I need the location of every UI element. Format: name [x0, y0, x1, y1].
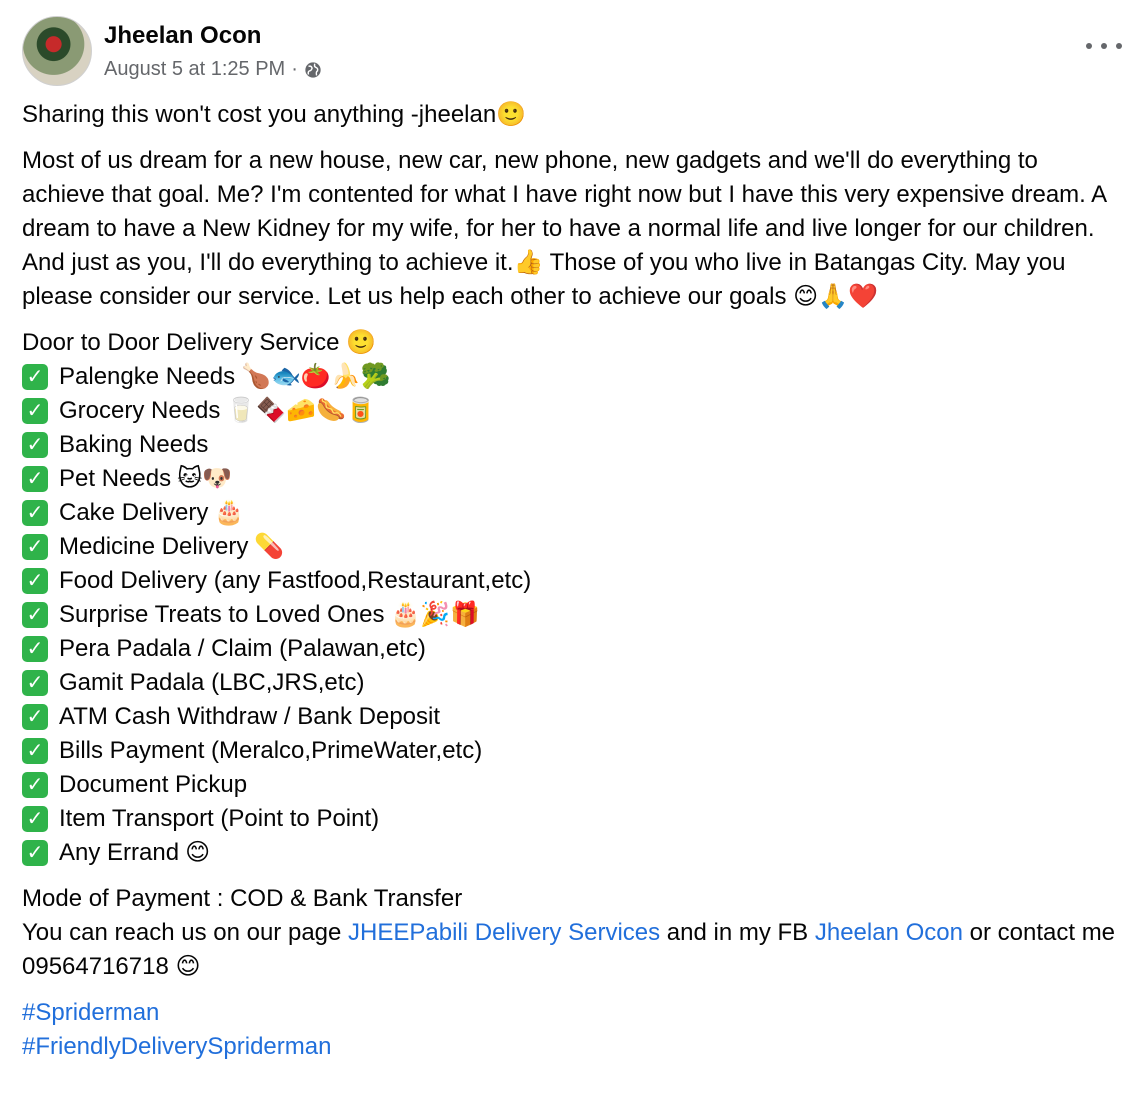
hashtag-link[interactable]: #Spriderman [22, 999, 159, 1026]
service-label: Food Delivery (any Fastfood,Restaurant,e… [59, 567, 532, 594]
check-icon: ✓ [22, 398, 48, 424]
more-dot [1101, 43, 1107, 49]
check-icon: ✓ [22, 500, 48, 526]
service-label: Palengke Needs [59, 363, 236, 390]
service-item: ✓ Surprise Treats to Loved Ones 🎂🎉🎁 [22, 598, 1122, 632]
meta-separator: · [291, 58, 298, 80]
service-emoji: 🥛🍫🧀🌭🥫 [226, 397, 376, 424]
service-label: ATM Cash Withdraw / Bank Deposit [59, 703, 441, 730]
page-link[interactable]: JHEEPabili Delivery Services [348, 919, 660, 946]
post-meta: August 5 at 1:25 PM · [104, 58, 322, 81]
check-icon: ✓ [22, 432, 48, 458]
check-icon: ✓ [22, 364, 48, 390]
service-item: ✓ Cake Delivery 🎂 [22, 496, 1122, 530]
service-item: ✓ Pera Padala / Claim (Palawan,etc) [22, 632, 1122, 666]
service-label: Bills Payment (Meralco,PrimeWater,etc) [59, 737, 483, 764]
more-dot [1116, 43, 1122, 49]
service-item: ✓ Food Delivery (any Fastfood,Restaurant,… [22, 564, 1122, 598]
service-label: Baking Needs [59, 431, 209, 458]
service-emoji: 😊 [185, 839, 211, 866]
service-label: Cake Delivery [59, 499, 209, 526]
service-emoji: 🎂🎉🎁 [390, 601, 481, 628]
service-item: ✓ Item Transport (Point to Point) [22, 802, 1122, 836]
post-story: Most of us dream for a new house, new ca… [22, 147, 1106, 310]
timestamp[interactable]: August 5 at 1:25 PM [104, 58, 285, 81]
post-intro: Sharing this won't cost you anything -jh… [22, 101, 527, 128]
post-header: Jheelan Ocon August 5 at 1:25 PM · [22, 16, 1122, 88]
service-label: Gamit Padala (LBC,JRS,etc) [59, 669, 365, 696]
check-icon: ✓ [22, 840, 48, 866]
service-item: ✓ Gamit Padala (LBC,JRS,etc) [22, 666, 1122, 700]
check-icon: ✓ [22, 806, 48, 832]
profile-link[interactable]: Jheelan Ocon [815, 919, 963, 946]
avatar[interactable] [22, 16, 92, 86]
more-options-icon[interactable] [1086, 34, 1122, 58]
check-icon: ✓ [22, 772, 48, 798]
service-label: Grocery Needs [59, 397, 221, 424]
check-icon: ✓ [22, 602, 48, 628]
payment-text: Mode of Payment : COD & Bank Transfer [22, 885, 463, 912]
check-icon: ✓ [22, 568, 48, 594]
globe-icon[interactable] [304, 61, 322, 79]
service-emoji: 🍗🐟🍅🍌🥦 [241, 363, 391, 390]
service-label: Pet Needs [59, 465, 172, 492]
service-label: Surprise Treats to Loved Ones [59, 601, 385, 628]
check-icon: ✓ [22, 670, 48, 696]
service-item: ✓ ATM Cash Withdraw / Bank Deposit [22, 700, 1122, 734]
contact-middle: and in my FB [660, 919, 815, 946]
service-emoji: 💊 [254, 533, 285, 560]
service-item: ✓ Baking Needs [22, 428, 1122, 462]
check-icon: ✓ [22, 534, 48, 560]
service-label: Medicine Delivery [59, 533, 249, 560]
contact-prefix: You can reach us on our page [22, 919, 349, 946]
service-item: ✓ Pet Needs 🐱🐶 [22, 462, 1122, 496]
service-emoji: 🐱🐶 [177, 465, 232, 492]
service-item: ✓ Bills Payment (Meralco,PrimeWater,etc) [22, 734, 1122, 768]
service-label: Pera Padala / Claim (Palawan,etc) [59, 635, 426, 662]
more-dot [1086, 43, 1092, 49]
check-icon: ✓ [22, 466, 48, 492]
hashtags: #Spriderman #FriendlyDeliverySpriderman [22, 996, 1122, 1064]
service-label: Item Transport (Point to Point) [59, 805, 380, 832]
service-item: ✓ Palengke Needs 🍗🐟🍅🍌🥦 [22, 360, 1122, 394]
service-item: ✓ Grocery Needs 🥛🍫🧀🌭🥫 [22, 394, 1122, 428]
post-body: Sharing this won't cost you anything -jh… [22, 98, 1122, 1064]
service-emoji: 🎂 [214, 499, 245, 526]
service-label: Any Errand [59, 839, 180, 866]
service-item: ✓ Medicine Delivery 💊 [22, 530, 1122, 564]
hashtag-link[interactable]: #FriendlyDeliverySpriderman [22, 1033, 331, 1060]
service-item: ✓ Any Errand 😊 [22, 836, 1122, 870]
service-label: Document Pickup [59, 771, 248, 798]
check-icon: ✓ [22, 738, 48, 764]
service-list: ✓ Palengke Needs 🍗🐟🍅🍌🥦 ✓ Grocery Needs 🥛🍫🧀🌭🥫 ✓… [22, 360, 1122, 870]
check-icon: ✓ [22, 704, 48, 730]
service-title: Door to Door Delivery Service 🙂 [22, 329, 376, 356]
service-item: ✓ Document Pickup [22, 768, 1122, 802]
check-icon: ✓ [22, 636, 48, 662]
author-name[interactable]: Jheelan Ocon [104, 22, 261, 50]
contact-block: Mode of Payment : COD & Bank Transfer Yo… [22, 882, 1122, 984]
